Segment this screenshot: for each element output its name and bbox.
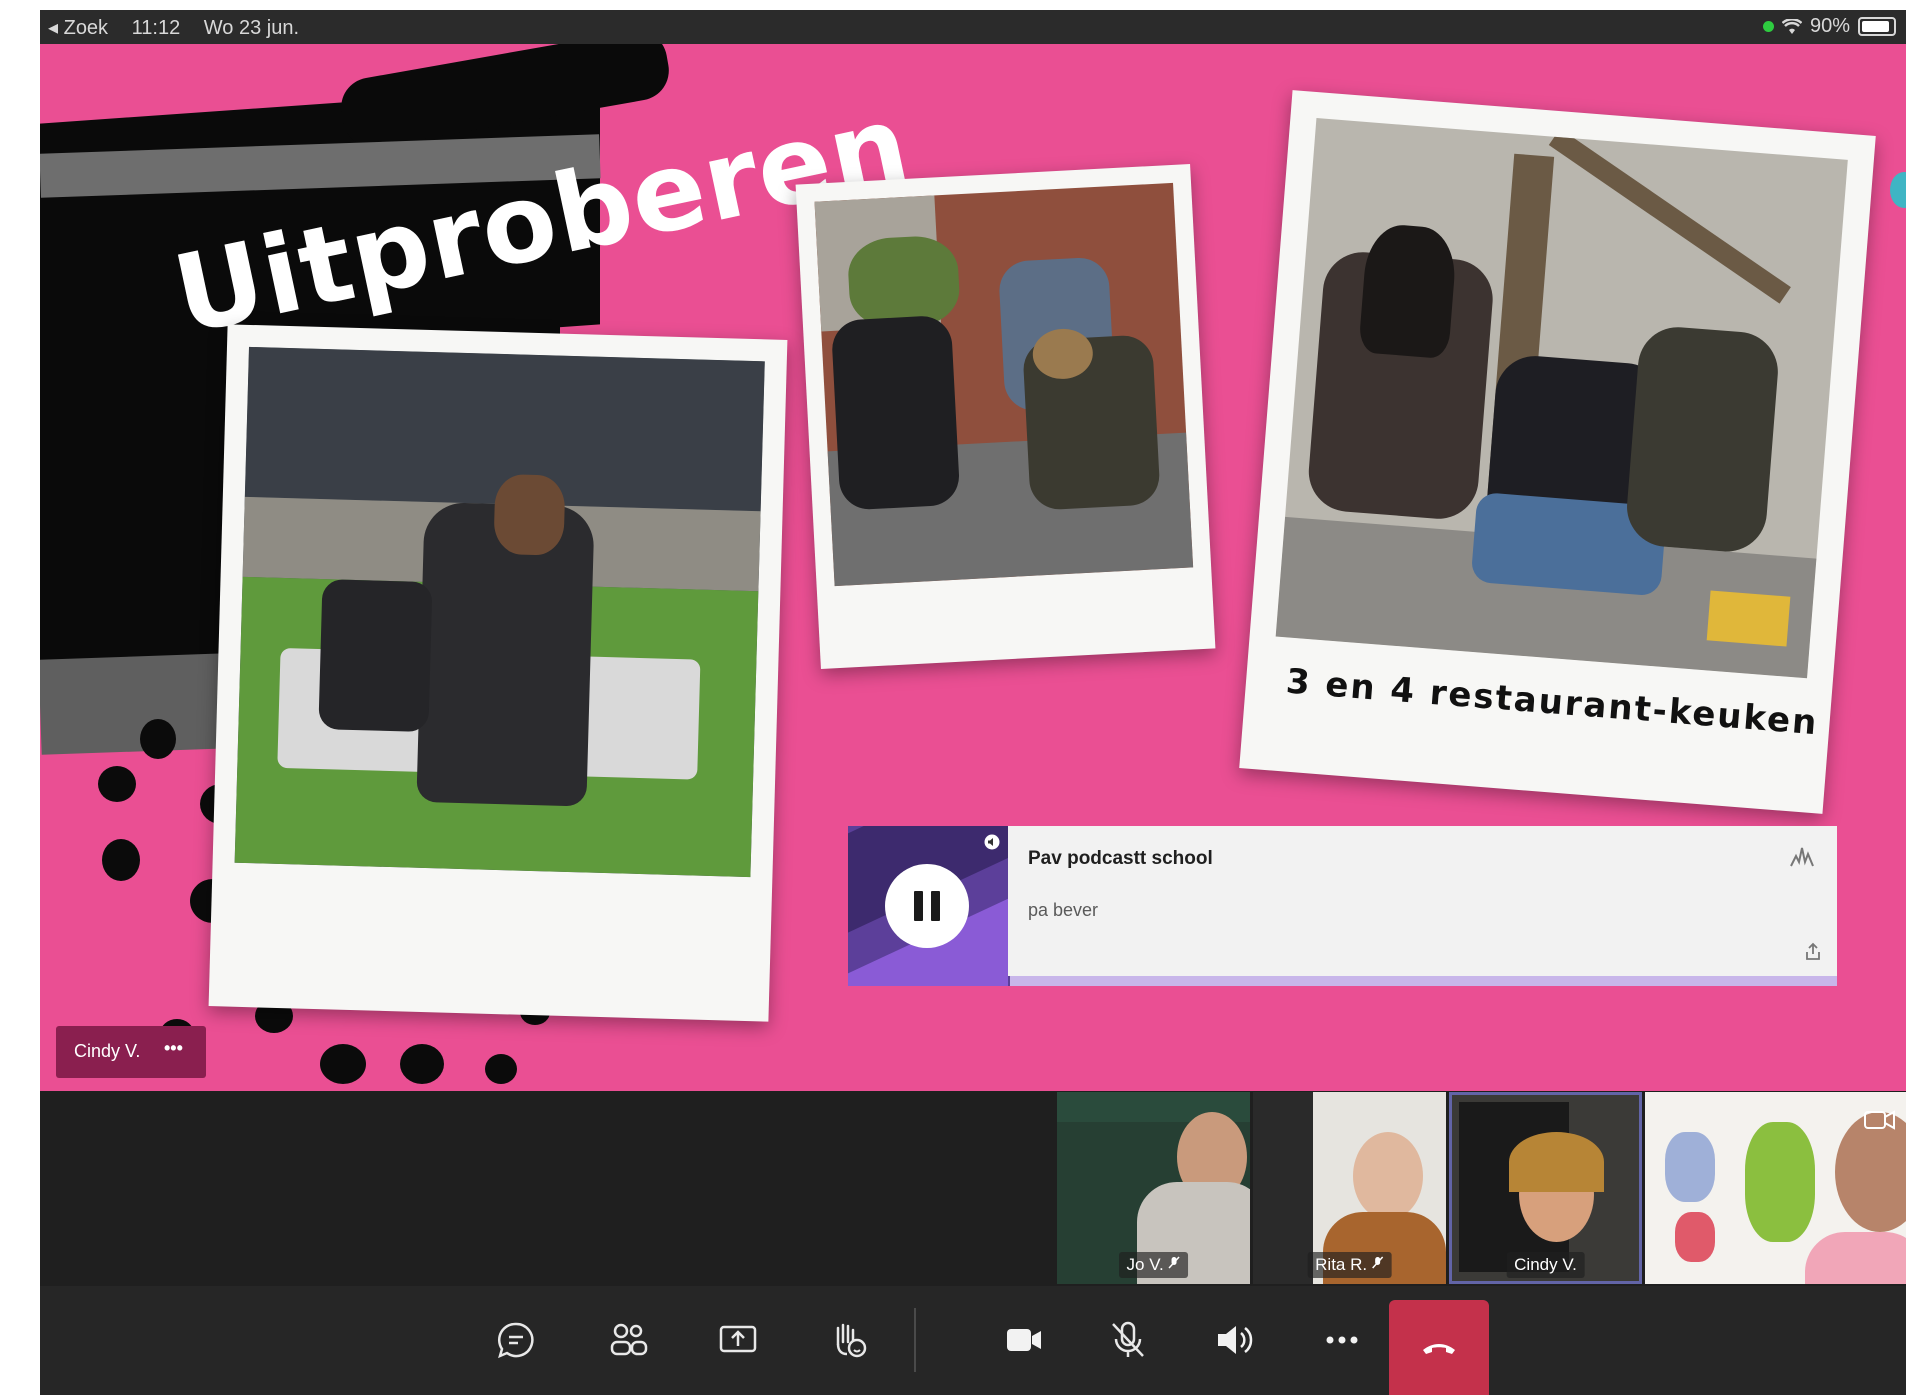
chat-icon	[497, 1322, 534, 1359]
share-icon[interactable]	[1803, 942, 1823, 962]
participant-name: Cindy V.	[1514, 1255, 1577, 1274]
more-icon	[1326, 1336, 1358, 1344]
muted-mic-icon	[1372, 1256, 1384, 1269]
wifi-icon	[1781, 18, 1802, 34]
speaker-button[interactable]	[1202, 1308, 1266, 1372]
podcast-player[interactable]: Pav podcastt school pa bever	[848, 826, 1837, 986]
reactions-button[interactable]	[816, 1308, 880, 1372]
presenter-name: Cindy V.	[74, 1041, 141, 1061]
participant-name: Jo V.	[1126, 1255, 1164, 1274]
camera-icon	[1007, 1329, 1041, 1351]
decorative-dot	[102, 839, 140, 881]
photo-image	[814, 182, 1194, 587]
share-screen-icon	[719, 1325, 757, 1353]
podcast-progress-fill	[1008, 976, 1010, 986]
photo-image	[234, 346, 765, 878]
more-options-button[interactable]	[1310, 1308, 1374, 1372]
polaroid-photo-group-outside	[795, 163, 1216, 670]
hang-up-icon	[1423, 1343, 1455, 1354]
status-date: Wo 23 jun.	[203, 17, 300, 39]
switch-camera-icon[interactable]	[1863, 1106, 1897, 1134]
status-time: 11:12	[131, 17, 181, 39]
presenter-name-tag[interactable]: Cindy V. •••	[56, 1026, 206, 1078]
chat-button[interactable]	[484, 1308, 548, 1372]
self-view-tile[interactable]	[1645, 1092, 1906, 1284]
slide-edge-marker	[1890, 172, 1906, 208]
polaroid-photo-student-on-bench	[208, 324, 788, 1022]
participants-icon	[610, 1323, 648, 1356]
decorative-dot	[400, 1044, 444, 1084]
polaroid-photo-restaurant-keuken: 3 en 4 restaurant-keuken	[1239, 90, 1876, 814]
ipad-screen: ◂ Zoek 11:12 Wo 23 jun. 90% Uitproberen	[40, 10, 1906, 1395]
participant-tile-active-speaker[interactable]: Cindy V.	[1449, 1092, 1642, 1284]
participant-tile[interactable]: Jo V.	[1057, 1092, 1250, 1284]
microphone-button[interactable]	[1096, 1308, 1160, 1372]
status-bar: ◂ Zoek 11:12 Wo 23 jun. 90%	[40, 10, 1906, 44]
camera-in-use-indicator	[1762, 21, 1774, 32]
battery-percentage: 90%	[1809, 15, 1850, 37]
participant-label: Cindy V.	[1506, 1252, 1585, 1278]
decorative-dot	[485, 1054, 517, 1084]
participants-button[interactable]	[596, 1308, 660, 1372]
podcast-artwork	[848, 826, 1008, 986]
back-to-search-link[interactable]: ◂ Zoek	[48, 17, 108, 39]
toolbar-divider	[914, 1308, 916, 1372]
participant-name: Rita R.	[1315, 1255, 1368, 1274]
participant-label: Rita R.	[1307, 1252, 1392, 1278]
battery-icon	[1858, 17, 1896, 36]
participant-label: Jo V.	[1118, 1252, 1189, 1278]
anchor-logo-icon[interactable]	[1789, 844, 1815, 868]
hang-up-button[interactable]	[1389, 1300, 1489, 1395]
presenter-more-button[interactable]: •••	[164, 1038, 183, 1059]
raise-hand-icon	[836, 1323, 867, 1358]
pause-button[interactable]	[885, 864, 969, 948]
camera-button[interactable]	[992, 1308, 1056, 1372]
share-screen-button[interactable]	[706, 1308, 770, 1372]
podcast-author: pa bever	[1028, 900, 1099, 920]
call-controls-toolbar	[40, 1286, 1906, 1395]
mic-off-icon	[1112, 1321, 1144, 1357]
volume-icon[interactable]	[984, 834, 1000, 850]
podcast-episode-title[interactable]: Pav podcastt school	[1028, 848, 1213, 870]
shared-presentation-slide: Uitproberen 3 en 4 restaurant-keuken Pav…	[40, 44, 1906, 1091]
photo-image	[1275, 118, 1848, 679]
decorative-dot	[98, 766, 136, 802]
podcast-progress-track[interactable]	[1008, 976, 1837, 986]
photo-caption: 3 en 4 restaurant-keuken	[1284, 661, 1820, 744]
decorative-dot	[140, 719, 176, 759]
speaker-icon	[1218, 1326, 1253, 1354]
decorative-dot	[320, 1044, 366, 1084]
muted-mic-icon	[1168, 1256, 1181, 1269]
participant-tile[interactable]: Rita R.	[1253, 1092, 1446, 1284]
